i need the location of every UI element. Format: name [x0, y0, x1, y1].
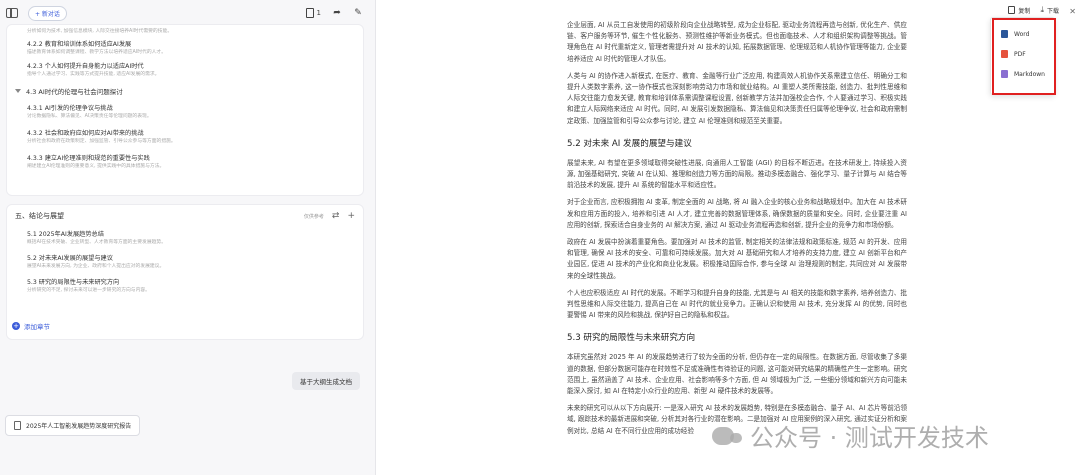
document-content: 企业层面, AI 从员工自发使用的初级阶段向企业战略转型, 成为企业标配, 驱动… — [567, 20, 907, 443]
document-icon — [305, 8, 314, 18]
item-title: 5.3 研究的局限性与未来研究方向 — [27, 279, 120, 286]
outline-item[interactable]: 4.2.2 教育和培训体系如何适应AI发展 描述教育体系如何调整课程、教学方法以… — [7, 41, 363, 56]
section-heading: 5.2 对未来 AI 发展的展望与建议 — [567, 138, 692, 149]
highlight-box — [992, 18, 1056, 95]
outline-item[interactable]: 5.1 2025年AI发展趋势总结 概括AI在技术突破、企业转型、人才教育等方面… — [7, 231, 363, 246]
add-icon[interactable]: + — [347, 211, 355, 221]
add-chapter-label: 添加章节 — [24, 323, 50, 331]
sidebar-toggle-icon[interactable] — [6, 8, 18, 18]
new-chat-button[interactable]: + 新对话 — [28, 5, 67, 21]
paragraph: 政府在 AI 发展中扮演着重要角色。要加强对 AI 技术的监管, 制定相关的法律… — [567, 238, 907, 280]
edit-icon[interactable]: ✎ — [353, 8, 363, 18]
item-desc: 分析社会和政府在政策制定、加强监管、引导公众参与等方面的措施。 — [27, 139, 176, 144]
file-chip[interactable]: 2025年人工智能发展趋势深度研究报告 — [5, 415, 141, 436]
outline-item[interactable]: 4.3.1 AI引发的伦理争议与挑战 讨论数据隐私、算法偏见、AI决策责任等伦理… — [7, 105, 363, 120]
preview-toolbar: 复制 ⤓ 下载 — [1008, 5, 1059, 15]
document-icon — [14, 421, 21, 430]
item-desc: 讨论数据隐私、算法偏见、AI决策责任等伦理问题的表现。 — [27, 114, 152, 119]
item-title: 4.3.2 社会和政府应如何应对AI带来的挑战 — [27, 130, 144, 137]
item-title: 5.2 对未来AI发展的展望与建议 — [27, 255, 113, 262]
copy-button[interactable]: 复制 — [1008, 6, 1030, 15]
swap-icon[interactable]: ⇄ — [332, 211, 340, 221]
paragraph: 对于企业而言, 应积极拥抱 AI 变革, 制定全面的 AI 战略, 将 AI 融… — [567, 198, 907, 229]
outline-item[interactable]: 4.2.3 个人如何提升自身能力以适应AI时代 指导个人通过学习、实践等方式提升… — [7, 63, 363, 78]
share-icon[interactable]: ➦ — [332, 8, 342, 18]
copy-icon — [1008, 6, 1016, 14]
wechat-logo-icon — [712, 426, 742, 445]
close-icon[interactable]: ✕ — [1069, 7, 1076, 16]
outline-item[interactable]: 5.2 对未来AI发展的展望与建议 展望AI未来发展方向, 为企业、政府和个人提… — [7, 255, 363, 270]
chapter-title: 4.3 AI时代的伦理与社会问题探讨 — [26, 88, 123, 96]
generate-document-button[interactable]: 基于大纲生成文档 — [292, 372, 360, 390]
item-desc: 阐述建立AI伦理准则的重要意义, 提供实践中的具体措施与方法。 — [27, 164, 165, 169]
outline-item[interactable]: 5.3 研究的局限性与未来研究方向 分析研究的不足, 探讨未来可以进一步研究的方… — [7, 279, 363, 294]
section-heading: 5.3 研究的局限性与未来研究方向 — [567, 333, 696, 344]
paragraph: 本研究虽然对 2025 年 AI 的发展趋势进行了较为全面的分析, 但仍存在一定… — [567, 353, 907, 396]
item-title: 5.1 2025年AI发展趋势总结 — [27, 231, 104, 238]
outline-item[interactable]: 4.3.2 社会和政府应如何应对AI带来的挑战 分析社会和政府在政策制定、加强监… — [7, 130, 363, 145]
document-count[interactable]: 1 — [305, 8, 321, 18]
item-desc: 概括AI在技术突破、企业转型、人才教育等方面的主要发展趋势。 — [27, 240, 167, 245]
collapse-caret-icon[interactable] — [15, 89, 21, 93]
watermark-text: 公众号 · 测试开发技术 — [750, 424, 989, 452]
paragraph: 展望未来, AI 有望在更多领域取得突破性进展, 向通用人工智能 (AGI) 的… — [567, 158, 907, 190]
download-button[interactable]: ⤓ 下载 — [1040, 5, 1059, 15]
download-icon: ⤓ — [1040, 5, 1044, 14]
item-desc: 描述教育体系如何调整课程、教学方法以培养适应AI时代的人才。 — [27, 50, 167, 55]
item-title: 4.3.3 建立AI伦理准则和规范的重要性与实践 — [27, 155, 150, 162]
watermark: 公众号 · 测试开发技术 — [712, 418, 989, 453]
outline-item[interactable]: 4.3.3 建立AI伦理准则和规范的重要性与实践 阐述建立AI伦理准则的重要意义… — [7, 155, 363, 170]
outline-card-chapter-4: 分析如何为技术, 加强信息模块, 人际交往接培养AI时代需要的技能。 4.2.2… — [6, 24, 364, 196]
left-topbar: + 新对话 1 ➦ ✎ — [0, 0, 375, 26]
item-title: 4.2.3 个人如何提升自身能力以适应AI时代 — [27, 63, 144, 70]
item-title: 4.2.2 教育和培训体系如何适应AI发展 — [27, 41, 132, 48]
item-desc: 分析研究的不足, 探讨未来可以进一步研究的方向与内容。 — [27, 288, 150, 293]
document-count-value: 1 — [316, 9, 321, 17]
item-title: 4.3.1 AI引发的伦理争议与挑战 — [27, 105, 113, 112]
paragraph: 个人也应积极适应 AI 时代的发展。不断学习和提升自身的技能, 尤其是与 AI … — [567, 288, 907, 320]
paragraph: 企业层面, AI 从员工自发使用的初级阶段向企业战略转型, 成为企业标配, 驱动… — [567, 21, 907, 63]
section-header: 五、结论与展望 仅供参考 ⇄ + — [7, 205, 363, 227]
copy-label: 复制 — [1018, 7, 1031, 15]
plus-icon: + — [12, 322, 20, 330]
outline-panel: + 新对话 1 ➦ ✎ 分析如何为技术, 加强信息模块, 人际交往接培养AI时代… — [0, 0, 376, 475]
reference-label[interactable]: 仅供参考 — [304, 213, 324, 220]
chapter-4-3[interactable]: 4.3 AI时代的伦理与社会问题探讨 — [7, 86, 363, 96]
paragraph: 人类与 AI 的协作进入新模式, 在医疗、教育、金融等行业广泛应用, 构建高效人… — [567, 71, 907, 125]
item-desc: 展望AI未来发展方向, 为企业、政府和个人提出应对的发展建议。 — [27, 264, 165, 269]
file-chip-label: 2025年人工智能发展趋势深度研究报告 — [26, 423, 132, 430]
outline-card-chapter-5: 五、结论与展望 仅供参考 ⇄ + 5.1 2025年AI发展趋势总结 概括AI在… — [6, 204, 364, 340]
download-label: 下载 — [1046, 7, 1059, 15]
item-desc: 指导个人通过学习、实践等方式提升技能, 适应AI发展的需求。 — [27, 72, 160, 77]
document-preview: 复制 ⤓ 下载 ✕ 企业层面, AI 从员工自发使用的初级阶段向企业战略转型, … — [376, 0, 1080, 475]
add-chapter-button[interactable]: + 添加章节 — [12, 321, 50, 331]
item-desc: 分析如何为技术, 加强信息模块, 人际交往接培养AI时代需要的技能。 — [27, 29, 173, 34]
section-title[interactable]: 五、结论与展望 — [15, 211, 64, 221]
